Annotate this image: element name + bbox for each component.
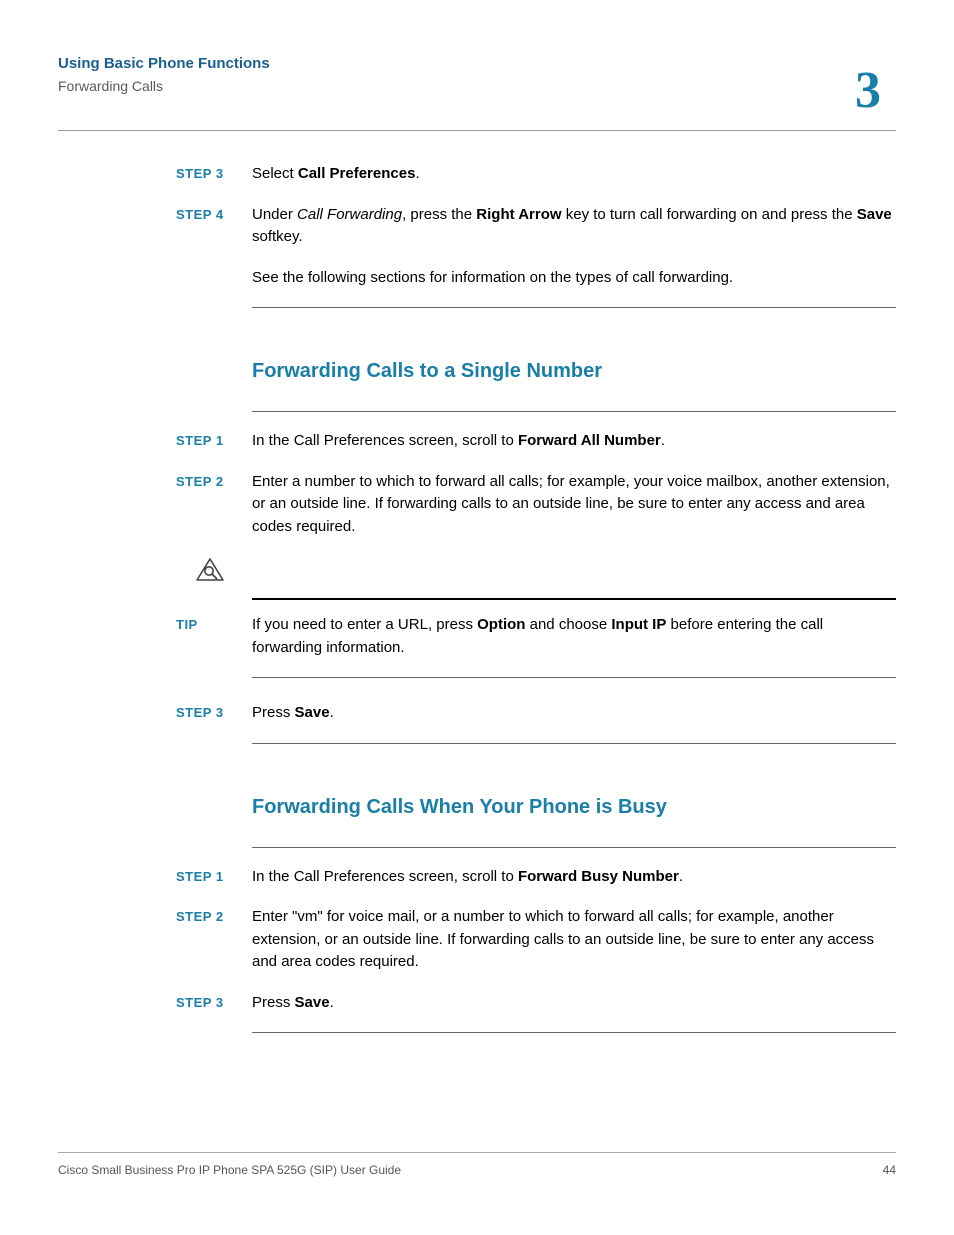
step-body: Press Save. — [252, 992, 896, 1015]
text: If you need to enter a URL, press — [252, 616, 477, 633]
step-row: STEP 1 In the Call Preferences screen, s… — [176, 866, 896, 889]
text: In the Call Preferences screen, scroll t… — [252, 868, 518, 885]
tip-divider-bottom — [252, 677, 896, 678]
tip-row: TIP If you need to enter a URL, press Op… — [176, 614, 896, 659]
footer-left: Cisco Small Business Pro IP Phone SPA 52… — [58, 1163, 401, 1177]
tip-label: TIP — [176, 614, 252, 659]
text: Press — [252, 994, 295, 1011]
text-bold: Save — [857, 206, 892, 223]
step-body: Enter a number to which to forward all c… — [252, 471, 896, 539]
paragraph: See the following sections for informati… — [252, 267, 896, 290]
step-body: Press Save. — [252, 702, 896, 725]
section-divider — [252, 1032, 896, 1033]
step-body: Enter "vm" for voice mail, or a number t… — [252, 906, 896, 974]
text-bold: Save — [295, 704, 330, 721]
step-label: STEP 3 — [176, 163, 252, 186]
text: , press the — [402, 206, 476, 223]
footer-divider — [58, 1152, 896, 1153]
text-bold: Forward All Number — [518, 432, 661, 449]
step-body: In the Call Preferences screen, scroll t… — [252, 866, 896, 889]
step-label: STEP 3 — [176, 702, 252, 725]
step-label: STEP 1 — [176, 866, 252, 889]
step-row: STEP 4 Under Call Forwarding, press the … — [176, 204, 896, 290]
chapter-title: Using Basic Phone Functions — [58, 55, 896, 72]
section-heading: Forwarding Calls to a Single Number — [252, 360, 896, 383]
text: softkey. — [252, 228, 303, 245]
tip-icon-row — [176, 556, 896, 584]
page-content: STEP 3 Select Call Preferences. STEP 4 U… — [176, 163, 896, 1033]
section-divider — [252, 743, 896, 744]
text: . — [330, 704, 334, 721]
step-row: STEP 2 Enter "vm" for voice mail, or a n… — [176, 906, 896, 974]
step-label: STEP 4 — [176, 204, 252, 290]
magnifier-icon — [194, 556, 226, 584]
page-number: 44 — [883, 1163, 896, 1177]
step-label: STEP 1 — [176, 430, 252, 453]
section-divider — [252, 847, 896, 848]
section-heading: Forwarding Calls When Your Phone is Busy — [252, 796, 896, 819]
breadcrumb: Forwarding Calls — [58, 78, 896, 94]
text-italic: Call Forwarding — [297, 206, 402, 223]
text: . — [679, 868, 683, 885]
step-row: STEP 2 Enter a number to which to forwar… — [176, 471, 896, 539]
step-label: STEP 3 — [176, 992, 252, 1015]
text-bold: Forward Busy Number — [518, 868, 679, 885]
chapter-number-box: 3 — [840, 51, 896, 129]
page-header: Using Basic Phone Functions Forwarding C… — [58, 55, 896, 131]
text: Press — [252, 704, 295, 721]
text: and choose — [525, 616, 611, 633]
step-row: STEP 1 In the Call Preferences screen, s… — [176, 430, 896, 453]
tip-icon-cell — [176, 556, 252, 584]
step-body: Under Call Forwarding, press the Right A… — [252, 204, 896, 290]
step-row: STEP 3 Select Call Preferences. — [176, 163, 896, 186]
step-body: In the Call Preferences screen, scroll t… — [252, 430, 896, 453]
text: . — [661, 432, 665, 449]
header-divider — [58, 130, 896, 131]
section-divider — [252, 307, 896, 308]
step-label: STEP 2 — [176, 906, 252, 974]
tip-divider-top — [252, 598, 896, 600]
text: . — [330, 994, 334, 1011]
step-row: STEP 3 Press Save. — [176, 702, 896, 725]
text: key to turn call forwarding on and press… — [562, 206, 857, 223]
section-divider — [252, 411, 896, 412]
text-bold: Call Preferences — [298, 165, 416, 182]
tip-body: If you need to enter a URL, press Option… — [252, 614, 896, 659]
step-label: STEP 2 — [176, 471, 252, 539]
chapter-number: 3 — [855, 61, 881, 120]
text-bold: Input IP — [611, 616, 666, 633]
step-body: Select Call Preferences. — [252, 163, 896, 186]
text-bold: Option — [477, 616, 525, 633]
text-bold: Save — [295, 994, 330, 1011]
text-bold: Right Arrow — [476, 206, 561, 223]
page-footer: Cisco Small Business Pro IP Phone SPA 52… — [58, 1152, 896, 1177]
text: Select — [252, 165, 298, 182]
text: Under — [252, 206, 297, 223]
step-row: STEP 3 Press Save. — [176, 992, 896, 1015]
text: In the Call Preferences screen, scroll t… — [252, 432, 518, 449]
text: . — [415, 165, 419, 182]
